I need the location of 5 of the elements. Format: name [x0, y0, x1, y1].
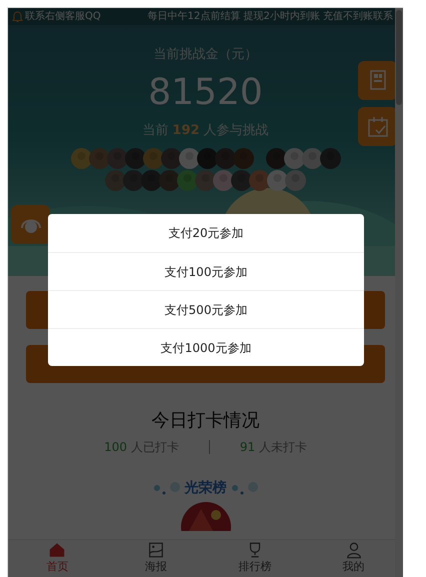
honor-title: 光荣榜 — [184, 479, 226, 498]
marquee-text: 联系右侧客服QQ — [25, 10, 101, 24]
notice-text: 每日中午12点前结算 提现2小时内到账 充值不到账联系 — [148, 10, 393, 24]
prize-amount: 81520 — [148, 70, 263, 114]
checkin-title: 今日打卡情况 — [152, 409, 260, 433]
